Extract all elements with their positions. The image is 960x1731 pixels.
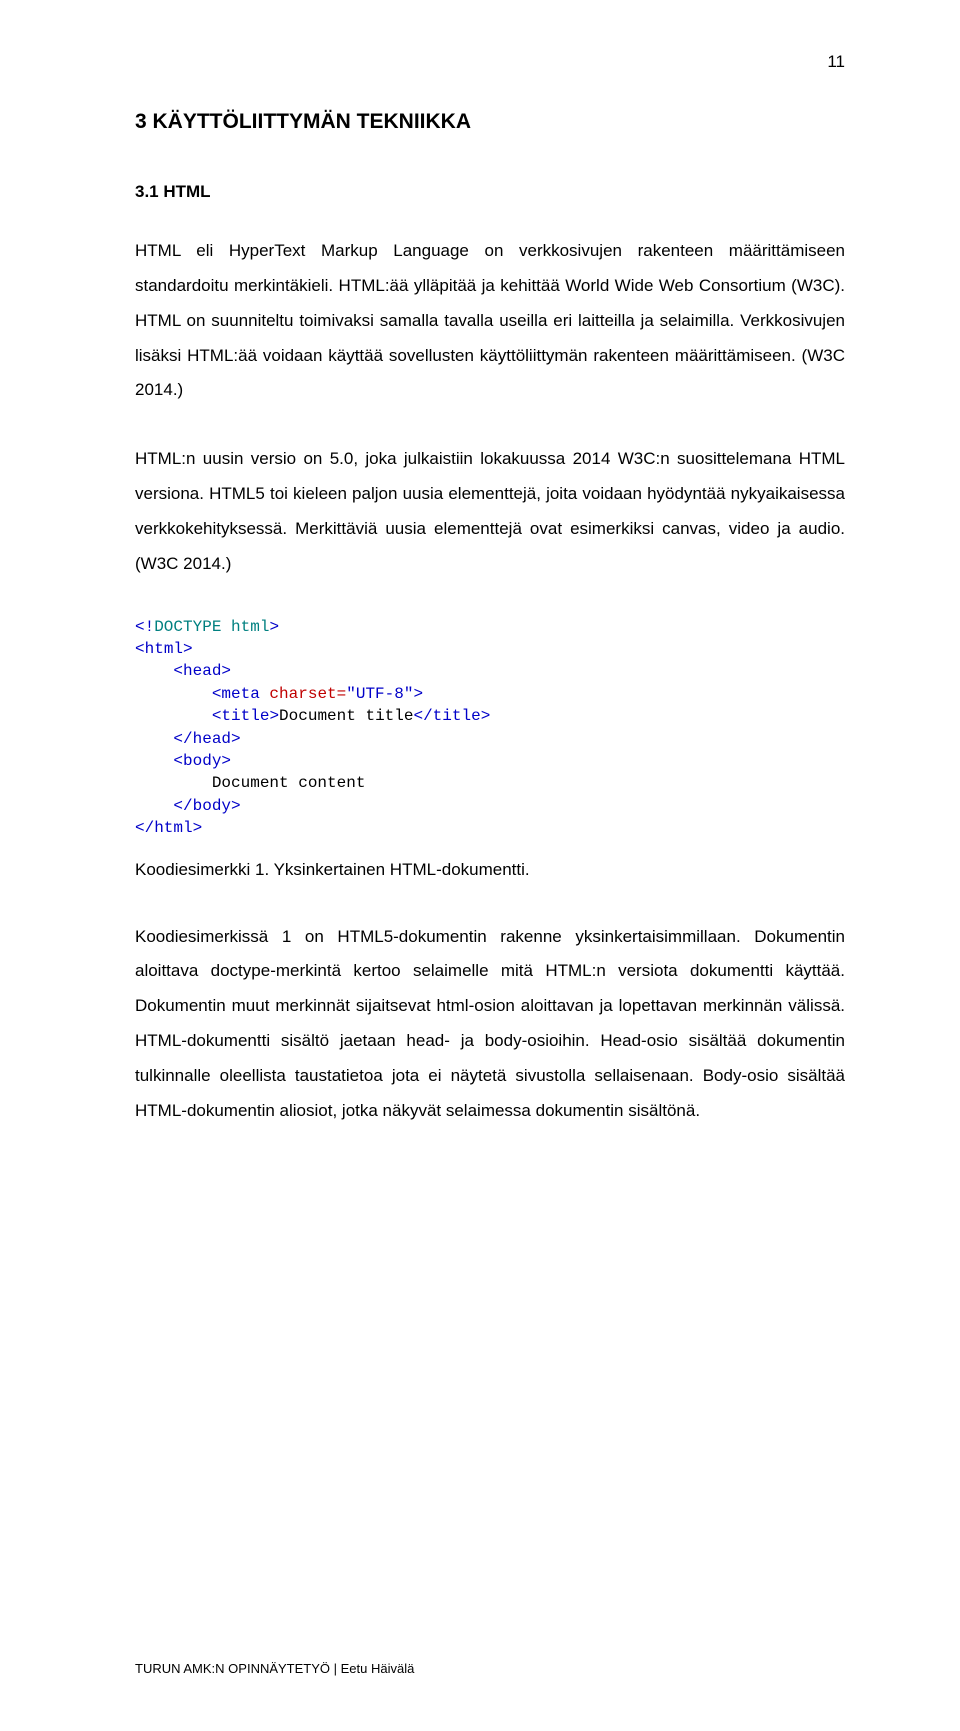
code-token: html [221,618,269,636]
code-indent [135,662,173,680]
section-heading: 3 KÄYTTÖLIITTYMÄN TEKNIIKKA [135,110,845,134]
code-example: <!DOCTYPE html> <html> <head> <meta char… [135,616,845,840]
code-token: meta [221,685,259,703]
code-token: body [193,797,231,815]
paragraph-3: Koodiesimerkissä 1 on HTML5-dokumentin r… [135,920,845,1129]
code-token: charset= [260,685,346,703]
code-indent [135,730,173,748]
code-token: < [173,752,183,770]
code-token: > [269,618,279,636]
code-token: title [433,707,481,725]
code-token: html [145,640,183,658]
paragraph-1: HTML eli HyperText Markup Language on ve… [135,234,845,408]
code-token: Document title [279,707,413,725]
code-token: > [231,797,241,815]
code-caption: Koodiesimerkki 1. Yksinkertainen HTML-do… [135,860,845,880]
code-token: > [481,707,491,725]
code-token: <! [135,618,154,636]
code-token: > [413,685,423,703]
code-token: > [221,662,231,680]
code-indent [135,797,173,815]
code-token: > [231,730,241,748]
code-token: </ [173,797,192,815]
code-token: body [183,752,221,770]
code-indent [135,685,212,703]
code-token: head [183,662,221,680]
code-token: </ [173,730,192,748]
page-number: 11 [827,52,845,72]
code-token: </ [135,819,154,837]
code-token: < [212,685,222,703]
code-token: > [221,752,231,770]
code-token: < [173,662,183,680]
code-token: html [154,819,192,837]
code-indent [135,707,212,725]
code-token: > [193,819,203,837]
code-token: < [212,707,222,725]
footer-text: TURUN AMK:N OPINNÄYTETYÖ | Eetu Häivälä [135,1661,414,1676]
paragraph-2: HTML:n uusin versio on 5.0, joka julkais… [135,442,845,581]
code-indent [135,774,212,792]
code-token: > [269,707,279,725]
code-token: title [221,707,269,725]
code-token: DOCTYPE [154,618,221,636]
code-token: > [183,640,193,658]
code-token: < [135,640,145,658]
code-token: Document content [212,774,366,792]
code-token: "UTF-8" [346,685,413,703]
code-indent [135,752,173,770]
sub-heading: 3.1 HTML [135,182,845,202]
code-token: </ [413,707,432,725]
code-token: head [193,730,231,748]
